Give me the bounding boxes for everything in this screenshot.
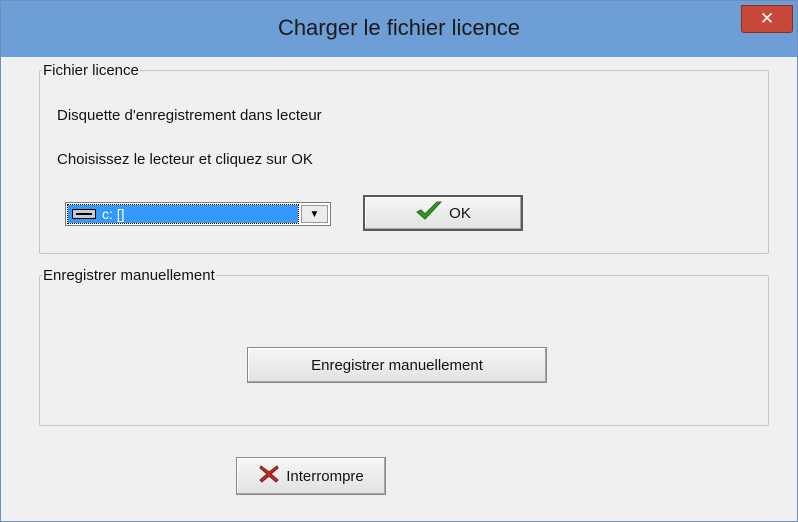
manual-register-button-label: Enregistrer manuellement [311,356,483,374]
ok-button-label: OK [449,204,471,222]
ok-button[interactable]: OK [363,195,523,231]
drive-select-value: c: [] [102,206,125,222]
group-license-file-legend: Fichier licence [43,62,139,79]
drive-select-value-area[interactable]: c: [] [67,204,299,224]
dropdown-arrow-button[interactable]: ▼ [301,205,328,223]
checkmark-icon [415,200,443,226]
cross-icon [258,464,280,488]
abort-button[interactable]: Interrompre [236,457,386,495]
dialog-window: Charger le fichier licence ✕ Fichier lic… [0,0,798,522]
manual-register-button[interactable]: Enregistrer manuellement [247,347,547,383]
chevron-down-icon: ▼ [309,209,320,220]
dialog-body: Fichier licence Disquette d'enregistreme… [11,57,787,513]
instruction-disk: Disquette d'enregistrement dans lecteur [57,107,322,124]
window-title: Charger le fichier licence [277,15,521,40]
title-bar[interactable]: Charger le fichier licence ✕ [1,1,797,57]
instruction-choose-drive: Choisissez le lecteur et cliquez sur OK [57,151,313,168]
drive-icon [72,209,96,219]
abort-button-label: Interrompre [286,467,364,485]
group-manual-register-legend: Enregistrer manuellement [43,267,215,284]
close-button[interactable]: ✕ [741,5,793,33]
close-icon: ✕ [759,9,775,28]
drive-select[interactable]: c: [] ▼ [65,202,331,226]
